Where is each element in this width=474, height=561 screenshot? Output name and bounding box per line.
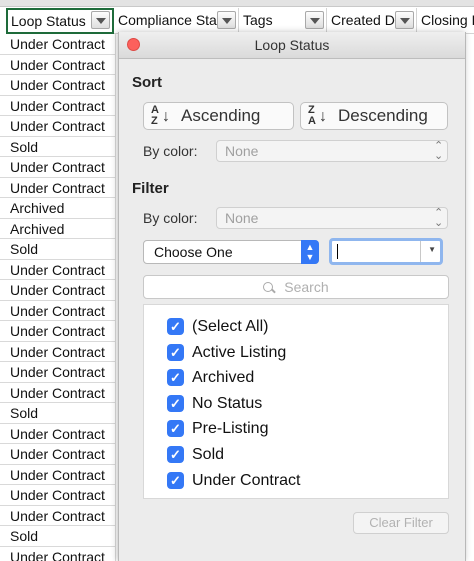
filter-list-item-label: Under Contract	[192, 471, 301, 489]
table-row[interactable]: Under Contract	[0, 423, 116, 444]
popover-titlebar: Loop Status	[119, 32, 465, 59]
sort-by-color-select[interactable]: None ⌃ ⌄	[216, 140, 448, 162]
column-header-row: Loop Status Compliance Statu Tags Create…	[0, 8, 474, 34]
table-row[interactable]: Under Contract	[0, 54, 116, 75]
sort-ascending-label: Ascending	[181, 106, 261, 125]
table-row[interactable]: Under Contract	[0, 177, 116, 198]
triangle-down-icon	[400, 18, 410, 24]
table-row[interactable]: Under Contract	[0, 259, 116, 280]
sort-by-color-value: None	[225, 143, 259, 159]
table-row[interactable]: Sold	[0, 136, 116, 157]
filter-list-item-label: Pre-Listing	[192, 420, 269, 438]
table-row[interactable]: Under Contract	[0, 95, 116, 116]
table-row[interactable]: Under Contract	[0, 382, 116, 403]
filter-dropdown-button[interactable]	[395, 11, 414, 29]
column-header-tags[interactable]: Tags	[239, 8, 327, 34]
table-row[interactable]: Archived	[0, 218, 116, 239]
clear-filter-button[interactable]: Clear Filter	[353, 512, 449, 534]
checkbox-checked-icon[interactable]: ✓	[167, 420, 184, 438]
table-row[interactable]: Sold	[0, 239, 116, 260]
sort-icon-letter-bottom: Z	[151, 115, 158, 127]
arrow-down-icon: ↓	[319, 108, 327, 125]
text-cursor	[337, 244, 338, 259]
condition-value-combobox[interactable]: ▼	[329, 238, 443, 265]
filter-list-item-label: Active Listing	[192, 343, 287, 361]
sort-by-color-label: By color:	[143, 143, 198, 159]
column-header-label: Tags	[243, 12, 273, 28]
combobox-divider	[420, 241, 421, 262]
chevron-updown-icon: ▲ ▼	[301, 240, 319, 264]
table-row[interactable]: Under Contract	[0, 362, 116, 383]
filter-list-item-label: (Select All)	[192, 318, 269, 335]
filter-dropdown-button[interactable]	[217, 11, 236, 29]
filter-list-item-label: No Status	[192, 394, 263, 412]
checkbox-checked-icon[interactable]: ✓	[167, 318, 184, 335]
chevron-updown-icon: ⌃ ⌄	[434, 207, 444, 229]
column-header-created-date[interactable]: Created Da	[327, 8, 417, 34]
condition-select-value: Choose One	[154, 244, 233, 260]
checkbox-checked-icon[interactable]: ✓	[167, 446, 184, 463]
column-header-label: Loop Status	[11, 13, 86, 29]
table-row[interactable]: Under Contract	[0, 464, 116, 485]
column-header-label: Created Da	[331, 12, 397, 28]
triangle-down-icon[interactable]: ▼	[428, 245, 436, 254]
table-row[interactable]: Under Contract	[0, 280, 116, 301]
filter-popover: Loop Status Sort A Z ↓ Ascending Z A ↓ D…	[118, 32, 466, 561]
loop-status-column: Under Contract Under Contract Under Contra…	[0, 34, 116, 561]
column-header-closing-date[interactable]: Closing De	[417, 8, 474, 34]
table-row[interactable]: Under Contract	[0, 505, 116, 526]
table-row[interactable]: Under Contract	[0, 157, 116, 178]
table-row[interactable]: Archived	[0, 198, 116, 219]
filter-dropdown-button[interactable]	[91, 11, 110, 29]
triangle-down-icon	[310, 18, 320, 24]
checkbox-checked-icon[interactable]: ✓	[167, 343, 184, 361]
filter-list-item-label: Archived	[192, 369, 255, 387]
filter-heading: Filter	[132, 180, 169, 197]
filter-by-color-select[interactable]: None ⌃ ⌄	[216, 207, 448, 229]
column-header-label: Compliance Statu	[118, 12, 218, 28]
search-icon	[263, 282, 277, 294]
table-row[interactable]: Under Contract	[0, 321, 116, 342]
checkbox-checked-icon[interactable]: ✓	[167, 369, 184, 387]
sort-descending-label: Descending	[338, 106, 428, 125]
table-row[interactable]: Under Contract	[0, 546, 116, 561]
sort-icon-letter-bottom: A	[308, 115, 316, 127]
search-input[interactable]: Search	[143, 275, 449, 299]
column-header-loop-status[interactable]: Loop Status	[6, 8, 114, 34]
sort-heading: Sort	[132, 74, 162, 91]
checkbox-checked-icon[interactable]: ✓	[167, 471, 184, 489]
sort-z-to-a-icon: Z A ↓	[308, 105, 334, 129]
table-row[interactable]: Sold	[0, 403, 116, 424]
popover-title: Loop Status	[254, 37, 330, 53]
table-row[interactable]: Under Contract	[0, 75, 116, 96]
column-header-label: Closing De	[421, 12, 474, 28]
sort-a-to-z-icon: A Z ↓	[151, 105, 177, 129]
triangle-down-icon	[222, 18, 232, 24]
filter-by-color-label: By color:	[143, 210, 198, 226]
filter-list-item-label: Sold	[192, 446, 225, 463]
sort-descending-button[interactable]: Z A ↓ Descending	[300, 102, 448, 130]
table-row[interactable]: Under Contract	[0, 341, 116, 362]
chevron-updown-icon: ⌃ ⌄	[434, 140, 444, 162]
search-placeholder: Search	[284, 279, 329, 295]
column-header-compliance-status[interactable]: Compliance Statu	[114, 8, 239, 34]
triangle-down-icon	[96, 18, 106, 24]
sheet-top-strip	[0, 0, 474, 7]
filter-by-color-value: None	[225, 210, 259, 226]
filter-values-list: ✓ (Select All) ✓ Active Listing ✓ Archived ✓ No…	[143, 304, 449, 499]
table-row[interactable]: Sold	[0, 526, 116, 547]
table-row[interactable]: Under Contract	[0, 444, 116, 465]
table-row[interactable]: Under Contract	[0, 300, 116, 321]
checkbox-checked-icon[interactable]: ✓	[167, 394, 184, 412]
arrow-down-icon: ↓	[162, 108, 170, 125]
filter-dropdown-button[interactable]	[305, 11, 324, 29]
table-row[interactable]: Under Contract	[0, 485, 116, 506]
table-row[interactable]: Under Contract	[0, 116, 116, 137]
table-row[interactable]: Under Contract	[0, 34, 116, 55]
condition-select[interactable]: Choose One ▲ ▼	[143, 240, 319, 264]
sort-ascending-button[interactable]: A Z ↓ Ascending	[143, 102, 294, 130]
